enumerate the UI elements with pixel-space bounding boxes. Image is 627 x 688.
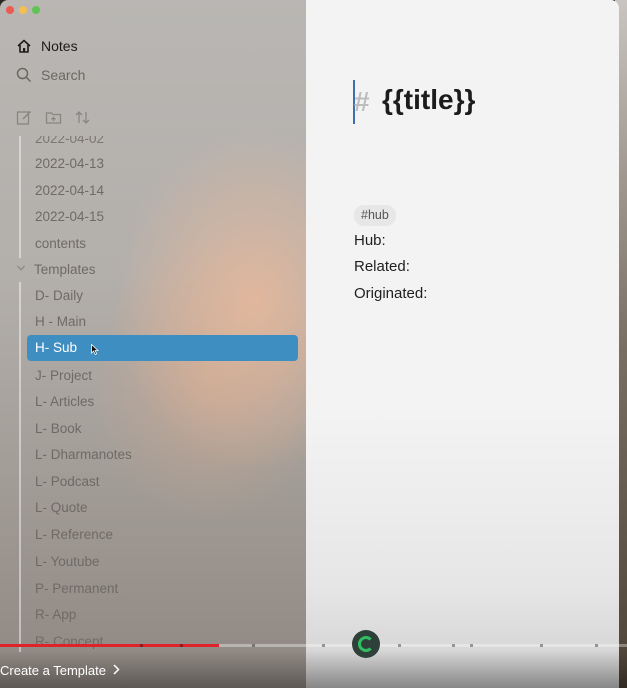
video-progress-fill xyxy=(0,644,220,647)
chapter-divider xyxy=(140,644,143,647)
chapter-title-button[interactable]: Create a Template xyxy=(0,663,120,678)
search-placeholder: Search xyxy=(41,67,86,83)
template-item-p-permanent[interactable]: P- Permanent xyxy=(35,580,118,598)
template-item-h-sub[interactable]: H- Sub xyxy=(27,335,298,361)
chapter-divider xyxy=(540,644,543,647)
chapter-divider xyxy=(252,644,255,647)
hub-tag[interactable]: #hub xyxy=(354,205,396,226)
template-item-l-podcast[interactable]: L- Podcast xyxy=(35,473,100,491)
notes-label: Notes xyxy=(41,38,78,54)
template-item-r-app[interactable]: R- App xyxy=(35,606,76,624)
grammarly-button[interactable] xyxy=(352,630,380,658)
template-item-j-project[interactable]: J- Project xyxy=(35,367,92,385)
chevron-down-icon xyxy=(16,260,26,278)
chapter-divider xyxy=(452,644,455,647)
chapter-divider xyxy=(180,644,183,647)
sidebar-toolbar xyxy=(16,109,91,126)
note-item-contents[interactable]: contents xyxy=(35,235,86,253)
close-window-button[interactable] xyxy=(6,6,14,14)
note-item-2022-04-14[interactable]: 2022-04-14 xyxy=(35,182,104,200)
editor-pane[interactable]: # {{title}} #hub Hub: Related: Originate… xyxy=(306,0,619,688)
sidebar: Notes Search 2022-04-02 2022-04-13 2022-… xyxy=(0,0,306,688)
window-controls xyxy=(6,6,40,14)
chapter-divider xyxy=(322,644,325,647)
template-item-h-sub-label: H- Sub xyxy=(35,340,78,355)
template-item-l-reference[interactable]: L- Reference xyxy=(35,526,113,544)
template-item-l-quote[interactable]: L- Quote xyxy=(35,499,88,517)
note-item-2022-04-15[interactable]: 2022-04-15 xyxy=(35,208,104,226)
note-heading[interactable]: {{title}} xyxy=(382,84,475,116)
chevron-right-icon xyxy=(112,663,120,678)
search-field[interactable]: Search xyxy=(16,67,85,83)
app-window: Notes Search 2022-04-02 2022-04-13 2022-… xyxy=(0,0,619,688)
minimize-window-button[interactable] xyxy=(19,6,27,14)
sort-icon[interactable] xyxy=(74,109,91,126)
home-icon xyxy=(16,38,32,54)
heading-marker: # xyxy=(354,86,370,117)
templates-folder-label: Templates xyxy=(34,261,96,277)
chapter-divider xyxy=(398,644,401,647)
hub-field: Hub: xyxy=(354,232,386,249)
zoom-window-button[interactable] xyxy=(32,6,40,14)
related-field: Related: xyxy=(354,258,410,275)
chapter-divider xyxy=(595,644,598,647)
note-item-2022-04-13[interactable]: 2022-04-13 xyxy=(35,155,104,173)
chapter-divider xyxy=(470,644,473,647)
template-item-d-daily[interactable]: D- Daily xyxy=(35,287,83,305)
notes-nav-item[interactable]: Notes xyxy=(16,38,78,54)
tree-guide-line xyxy=(19,136,21,258)
template-item-l-youtube[interactable]: L- Youtube xyxy=(35,553,100,571)
video-progress-bar[interactable] xyxy=(0,644,627,647)
grammarly-icon xyxy=(358,636,374,652)
new-note-icon[interactable] xyxy=(16,109,33,126)
template-item-l-book[interactable]: L- Book xyxy=(35,420,82,438)
template-item-l-dharmanotes[interactable]: L- Dharmanotes xyxy=(35,446,132,464)
templates-folder[interactable]: Templates xyxy=(16,260,96,278)
search-icon xyxy=(16,67,32,83)
originated-field: Originated: xyxy=(354,285,428,302)
new-folder-icon[interactable] xyxy=(45,109,62,126)
template-item-h-main[interactable]: H - Main xyxy=(35,313,86,331)
chapter-title: Create a Template xyxy=(0,663,106,678)
mouse-pointer-icon xyxy=(91,342,100,360)
template-item-r-concept[interactable]: R- Concept xyxy=(35,633,103,651)
template-item-l-articles[interactable]: L- Articles xyxy=(35,393,94,411)
tree-guide-line xyxy=(19,282,21,652)
note-item-2022-04-02[interactable]: 2022-04-02 xyxy=(35,136,104,148)
